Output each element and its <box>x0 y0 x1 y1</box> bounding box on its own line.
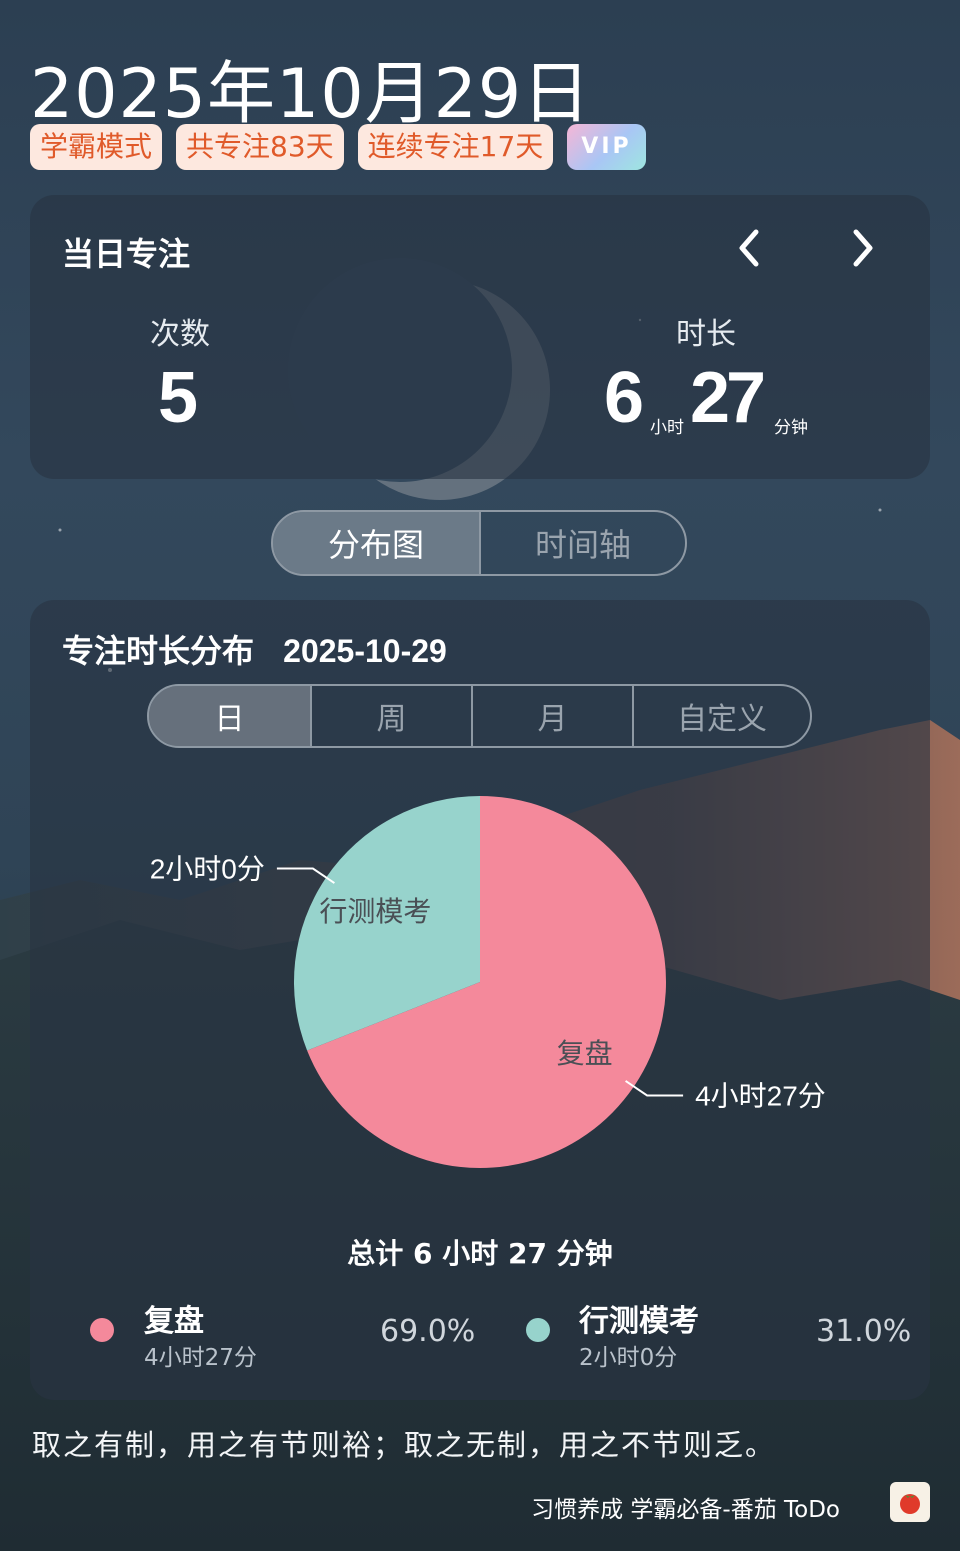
pie-chart: 复盘 4小时27分 行测模考 2小时0分 <box>150 796 826 1168</box>
range-week[interactable]: 周 <box>310 686 471 746</box>
app-logo <box>890 1482 930 1522</box>
badge-vip[interactable]: VIP <box>567 124 646 170</box>
legend-name-review: 复盘 <box>144 1304 204 1339</box>
badge-total-focus-days: 共专注83天 <box>176 124 344 170</box>
status-badges: 学霸模式 共专注83天 连续专注17天 VIP <box>30 124 646 170</box>
motto-quote: 取之有制，用之有节则裕；取之无制，用之不节则乏。 <box>32 1428 777 1462</box>
distribution-title: 专注时长分布 2025-10-29 <box>62 626 447 672</box>
page-date-title: 2025年10月29日 <box>30 55 592 134</box>
pie-duration-mock-exam: 2小时0分 <box>150 853 265 884</box>
daily-focus-card: 当日专注 次数 5 时长 6 小时 27 分钟 <box>30 195 930 479</box>
chevron-left-icon <box>739 229 759 267</box>
range-selector: 日 周 月 自定义 <box>147 684 812 748</box>
distribution-card: 专注时长分布 2025-10-29 日 周 月 自定义 复盘 4小时27分 行测模考… <box>30 600 930 1400</box>
badge-streak-days: 连续专注17天 <box>357 124 554 170</box>
legend-percent-mock-exam: 31.0% <box>816 1314 912 1349</box>
legend-dot-mock-exam <box>526 1318 550 1342</box>
pie-label-mock-exam: 行测模考 <box>319 895 431 928</box>
pie-label-review: 复盘 <box>557 1037 613 1070</box>
legend-duration-mock-exam: 2小时0分 <box>579 1345 678 1371</box>
duration-hours: 6 <box>604 358 645 438</box>
legend-percent-review: 69.0% <box>380 1314 476 1349</box>
view-toggle: 分布图 时间轴 <box>271 510 687 576</box>
next-day-button[interactable] <box>840 225 886 271</box>
range-month[interactable]: 月 <box>471 686 632 746</box>
legend-name-mock-exam: 行测模考 <box>579 1304 699 1339</box>
distribution-date: 2025-10-29 <box>283 633 447 669</box>
legend-dot-review <box>90 1318 114 1342</box>
pie-duration-review: 4小时27分 <box>695 1081 826 1112</box>
previous-day-button[interactable] <box>726 225 772 271</box>
total-duration: 总计 6 小时 27 分钟 <box>347 1237 613 1270</box>
count-label: 次数 <box>150 317 210 352</box>
legend-duration-review: 4小时27分 <box>144 1345 257 1371</box>
duration-minutes-unit: 分钟 <box>774 418 808 437</box>
footer-tagline: 习惯养成 学霸必备-番茄 ToDo <box>531 1497 840 1523</box>
range-day[interactable]: 日 <box>149 686 310 746</box>
duration-minutes: 27 <box>690 358 766 438</box>
range-custom[interactable]: 自定义 <box>632 686 810 746</box>
daily-focus-title: 当日专注 <box>62 235 191 273</box>
distribution-title-text: 专注时长分布 <box>62 632 255 670</box>
badge-study-mode[interactable]: 学霸模式 <box>30 124 163 170</box>
chevron-right-icon <box>853 229 873 267</box>
tomato-icon <box>900 1494 920 1514</box>
duration-hours-unit: 小时 <box>650 418 684 437</box>
duration-label: 时长 <box>676 317 736 352</box>
tab-timeline[interactable]: 时间轴 <box>479 512 685 574</box>
count-value: 5 <box>158 358 199 438</box>
tab-distribution[interactable]: 分布图 <box>273 512 479 574</box>
